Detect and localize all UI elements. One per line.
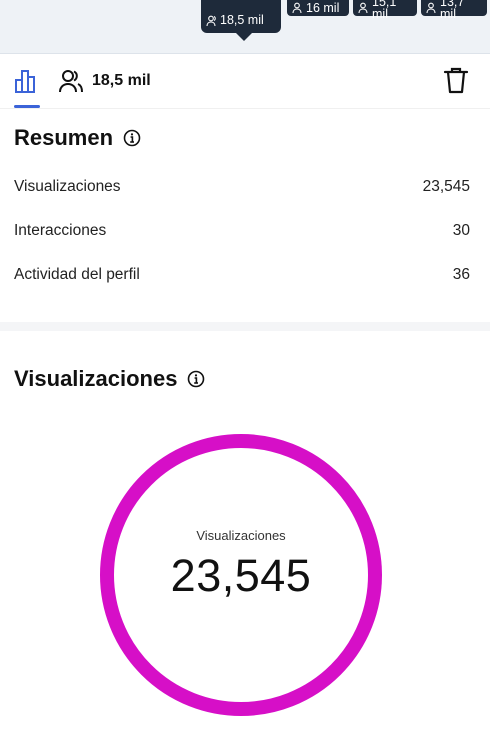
stat-label: Interacciones xyxy=(14,222,107,239)
stat-row-profile-activity: Actividad del perfil 36 xyxy=(14,265,470,285)
follower-timeline-strip: 18,5 mil 16 mil 15,1 mil 13,7 mil xyxy=(0,0,490,54)
chip-label: 18,5 mil xyxy=(220,13,264,28)
stat-row-interactions: Interacciones 30 xyxy=(14,221,470,241)
chip-label: 15,1 mil xyxy=(372,0,397,21)
stat-value: 36 xyxy=(452,266,470,283)
stat-label: Visualizaciones xyxy=(14,178,121,195)
follower-chip-active[interactable]: 18,5 mil xyxy=(201,0,281,33)
summary-title: Resumen xyxy=(14,125,141,151)
views-title-text: Visualizaciones xyxy=(14,366,178,391)
user-icon xyxy=(358,2,368,14)
stat-row-views: Visualizaciones 23,545 xyxy=(14,177,470,197)
views-title: Visualizaciones xyxy=(14,366,205,392)
followers-tab[interactable]: 18,5 mil xyxy=(58,67,151,95)
active-tab-indicator xyxy=(14,105,40,108)
stat-label: Actividad del perfil xyxy=(14,266,140,283)
ring-value: 23,545 xyxy=(170,550,312,601)
summary-title-text: Resumen xyxy=(14,125,114,150)
stat-value: 23,545 xyxy=(422,178,470,195)
section-divider xyxy=(0,322,490,331)
chip-label: 13,7 mil xyxy=(440,0,465,21)
trash-icon[interactable] xyxy=(443,66,469,94)
followers-count: 18,5 mil xyxy=(92,72,151,89)
follower-chip[interactable]: 13,7 mil xyxy=(421,0,487,20)
info-icon[interactable] xyxy=(187,370,205,388)
info-icon[interactable] xyxy=(123,129,141,147)
ring-label: Visualizaciones xyxy=(196,528,286,543)
user-icon xyxy=(206,15,216,26)
chip-label: 16 mil xyxy=(306,0,340,15)
user-icon xyxy=(292,2,302,14)
toolbar: 18,5 mil xyxy=(0,54,490,109)
bar-chart-icon[interactable] xyxy=(14,68,40,94)
follower-chip[interactable]: 16 mil xyxy=(287,0,349,16)
follower-chip[interactable]: 15,1 mil xyxy=(353,0,417,20)
chip-pointer xyxy=(236,33,252,41)
stat-value: 30 xyxy=(452,222,470,239)
users-icon xyxy=(59,70,83,93)
user-icon xyxy=(426,2,436,14)
